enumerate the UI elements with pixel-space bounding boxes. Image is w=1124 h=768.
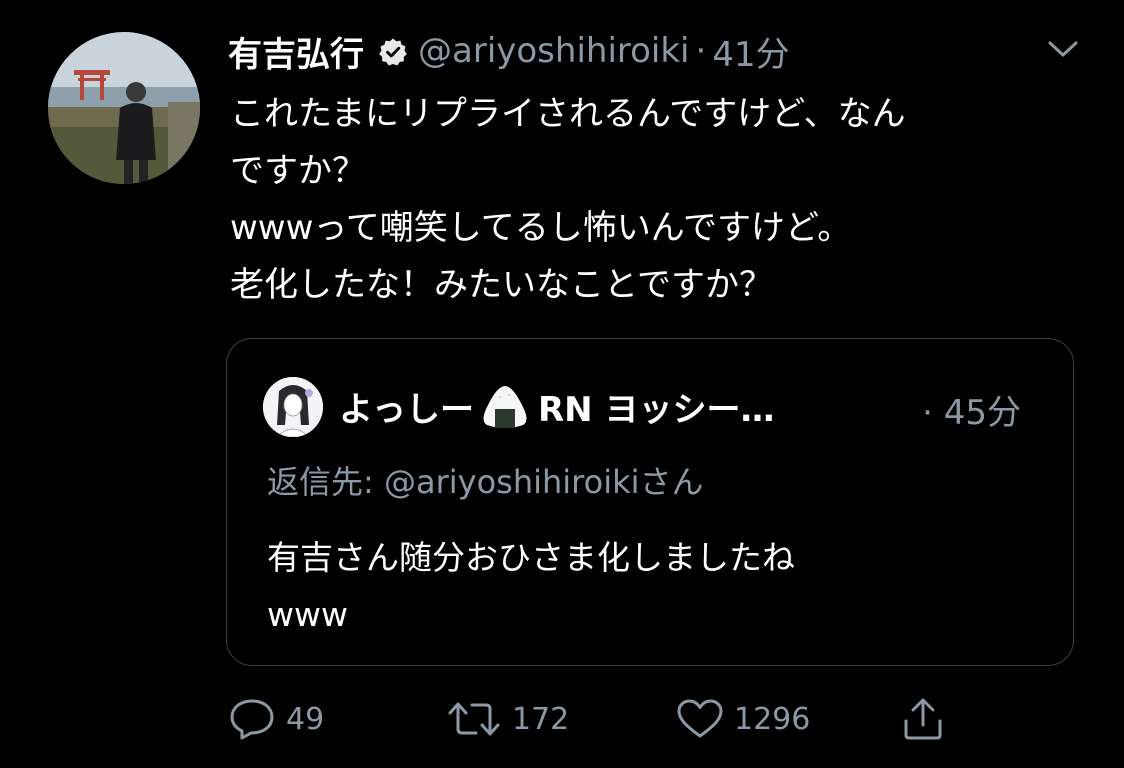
like-count: 1296 [734,701,811,737]
like-button[interactable]: 1296 [676,694,810,744]
share-icon [902,697,944,741]
reply-to-suffix: さん [639,463,704,501]
quoted-tweet-card[interactable]: よっしー RN ヨッシー… · 45分 返信先: @ariyoshihiroik… [226,338,1074,666]
tweet-text-line: wwwって嘲笑してるし怖いんですけど。 [230,208,852,248]
quoted-text-line: 有吉さん随分おひさま化しましたね [267,538,795,577]
share-button[interactable] [902,694,944,744]
author-name[interactable]: 有吉弘行 [228,27,364,76]
reply-to-handle: @ariyoshihiroiki [383,463,640,501]
tweet-action-bar: 49 172 1296 [228,694,988,744]
reply-to-line: 返信先: @ariyoshihiroikiさん [267,457,704,503]
heart-icon [676,698,724,740]
retweet-count: 172 [512,701,570,737]
quoted-author-avatar [263,377,323,437]
tweet-header: 有吉弘行 @ariyoshihiroiki · 41分 [228,26,790,76]
retweet-button[interactable]: 172 [446,694,569,744]
verified-badge-icon [378,36,408,66]
separator-dot: · [922,393,933,433]
quoted-tweet-header: よっしー RN ヨッシー… [339,381,774,431]
reply-icon [228,697,276,741]
tweet-text-line: 老化したな！みたいなことですか？ [230,265,773,305]
author-avatar[interactable] [48,32,200,184]
separator-dot: · [695,31,707,71]
onigiri-icon [478,383,532,429]
quoted-tweet-time: · 45分 [922,385,1021,434]
tweet-timestamp[interactable]: 41分 [712,27,789,76]
quoted-text-line: www [267,595,348,634]
tweet-text-line: ですか？ [230,151,366,191]
chevron-down-icon[interactable] [1046,36,1080,62]
quoted-tweet-text: 有吉さん随分おひさま化しましたね www [267,529,795,643]
reply-to-label: 返信先: [267,463,384,501]
tweet-text-line: これたまにリプライされるんですけど、なん [230,94,906,134]
author-handle[interactable]: @ariyoshihiroiki [418,31,690,71]
reply-count: 49 [286,701,325,737]
retweet-icon [446,699,502,739]
reply-button[interactable]: 49 [228,694,324,744]
quoted-author-name-suffix: RN ヨッシー… [537,389,775,430]
quoted-timestamp: 45分 [943,393,1021,433]
quoted-author-name: よっしー [339,389,474,430]
tweet-text: これたまにリプライされるんですけど、なん ですか？ wwwって嘲笑してるし怖いん… [230,86,1090,314]
